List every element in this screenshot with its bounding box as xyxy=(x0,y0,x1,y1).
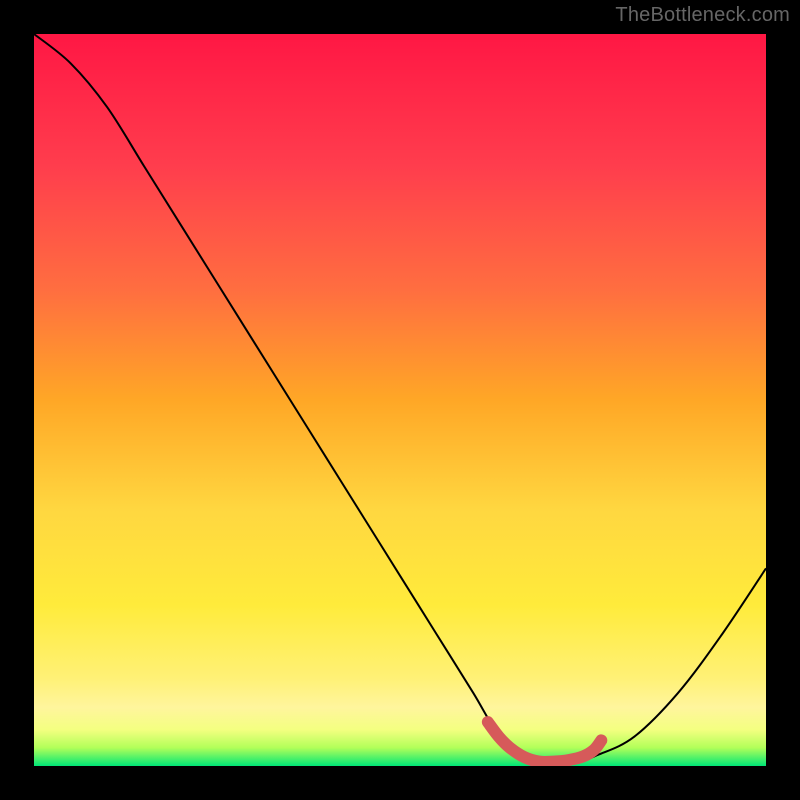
chart-svg xyxy=(34,34,766,766)
attribution-text: TheBottleneck.com xyxy=(615,4,790,27)
chart-background xyxy=(34,34,766,766)
chart-plot-area xyxy=(34,34,766,766)
